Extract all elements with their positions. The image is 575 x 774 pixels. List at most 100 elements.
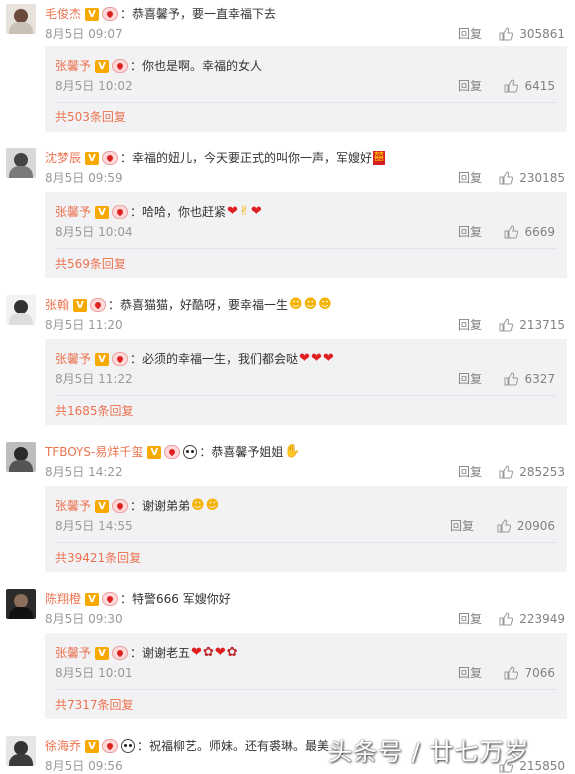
username[interactable]: 张馨予 — [55, 351, 91, 367]
laugh-emoji-icon: ☻ — [303, 297, 318, 312]
avatar[interactable] — [6, 736, 36, 766]
thumbs-up-icon — [499, 27, 514, 41]
view-replies-link[interactable]: 共1685条回复 — [55, 403, 134, 419]
like-button[interactable]: 285253 — [499, 464, 565, 480]
reply-button[interactable]: 回复 — [458, 611, 482, 627]
timestamp: 8月5日 14:55 — [55, 519, 133, 533]
like-count: 213715 — [519, 318, 565, 332]
like-count: 6415 — [524, 79, 555, 93]
username[interactable]: 张馨予 — [55, 204, 91, 220]
reply-button[interactable]: 回复 — [458, 464, 482, 480]
heart-icon: ❤ — [227, 204, 238, 219]
like-button[interactable]: 7066 — [504, 665, 555, 681]
member-badge-icon — [112, 499, 129, 513]
thumbs-up-icon — [499, 612, 514, 626]
tongue-emoji-icon: ☻ — [191, 498, 205, 513]
member-badge-icon — [164, 445, 181, 459]
member-badge-icon — [112, 205, 129, 219]
timestamp: 8月5日 10:02 — [55, 79, 133, 93]
comment-text: ：特警666 军嫂你好 — [120, 592, 231, 606]
avatar[interactable] — [6, 589, 36, 619]
like-count: 20906 — [516, 519, 555, 533]
avatar[interactable] — [6, 442, 36, 472]
username[interactable]: TFBOYS-易烊千玺 — [45, 444, 143, 460]
reply-box: 张馨予 V ：你也是啊。幸福的女人 8月5日 10:02 回复 6415 共50… — [45, 46, 567, 132]
heart-icon: ❤ — [191, 645, 202, 660]
heart-icon: ❤ — [322, 351, 334, 366]
reply-box: 张馨予 V ：谢谢弟弟 ☻ ☻ 8月5日 14:55 回复 20906 共394… — [45, 486, 567, 572]
comment-text: ：哈哈，你也赶紧 — [130, 205, 227, 219]
heart-icon: ❤ — [250, 204, 262, 219]
avatar[interactable] — [6, 295, 36, 325]
view-replies-link[interactable]: 共39421条回复 — [55, 550, 141, 566]
reply-button[interactable]: 回复 — [458, 317, 482, 333]
like-count: 285253 — [519, 465, 565, 479]
username[interactable]: 徐海乔 — [45, 738, 81, 754]
like-count: 6327 — [524, 372, 555, 386]
rose-icon: ✿ — [202, 645, 214, 660]
reply-button[interactable]: 回复 — [458, 78, 482, 94]
like-count: 223949 — [519, 612, 565, 626]
reply-button[interactable]: 回复 — [458, 665, 482, 681]
member-badge-icon — [112, 352, 129, 366]
timestamp: 8月5日 10:04 — [55, 225, 133, 239]
view-replies-link[interactable]: 共503条回复 — [55, 109, 126, 125]
comment-text: ：你也是啊。幸福的女人 — [130, 59, 263, 73]
reply-button[interactable]: 回复 — [458, 26, 482, 42]
watermark: 头条号 / 廿七万岁 — [328, 738, 530, 766]
username[interactable]: 张馨予 — [55, 58, 91, 74]
username[interactable]: 陈翔橙 — [45, 591, 81, 607]
like-button[interactable]: 6327 — [504, 371, 555, 387]
laugh-emoji-icon: ☻ — [318, 297, 332, 312]
panda-badge-icon — [121, 739, 136, 753]
member-badge-icon — [102, 151, 119, 165]
view-replies-link[interactable]: 共569条回复 — [55, 256, 126, 272]
avatar[interactable] — [6, 4, 36, 34]
reply-button[interactable]: 回复 — [458, 170, 482, 186]
divider — [55, 689, 557, 690]
timestamp: 8月5日 14:22 — [45, 465, 123, 479]
avatar[interactable] — [6, 148, 36, 178]
like-button[interactable]: 6415 — [504, 78, 555, 94]
timestamp: 8月5日 10:01 — [55, 666, 133, 680]
heart-icon: ❤ — [299, 351, 310, 366]
thumbs-up-icon — [499, 171, 514, 185]
thumbs-up-icon — [504, 666, 519, 680]
username[interactable]: 毛俊杰 — [45, 6, 81, 22]
verified-badge-icon: V — [85, 151, 100, 165]
verified-badge-icon: V — [147, 445, 162, 459]
timestamp: 8月5日 09:07 — [45, 27, 123, 41]
reply-button[interactable]: 回复 — [458, 224, 482, 240]
member-badge-icon — [112, 646, 129, 660]
double-happiness-icon: 囍 — [373, 151, 386, 165]
thumbs-up-icon — [504, 372, 519, 386]
verified-badge-icon: V — [85, 7, 100, 21]
like-button[interactable]: 305861 — [499, 26, 565, 42]
verified-badge-icon: V — [95, 352, 110, 366]
comment-text: ：谢谢弟弟 — [130, 499, 191, 513]
reply-box: 张馨予 V ：哈哈，你也赶紧 ❤ ✌ ❤ 8月5日 10:04 回复 6669 … — [45, 192, 567, 278]
reply-button[interactable]: 回复 — [450, 518, 474, 534]
like-count: 305861 — [519, 27, 565, 41]
member-badge-icon — [102, 592, 119, 606]
username[interactable]: 沈梦辰 — [45, 150, 81, 166]
divider — [55, 102, 557, 103]
username[interactable]: 张馨予 — [55, 498, 91, 514]
like-button[interactable]: 230185 — [499, 170, 565, 186]
username[interactable]: 张馨予 — [55, 645, 91, 661]
timestamp: 8月5日 09:56 — [45, 759, 123, 773]
username[interactable]: 张翰 — [45, 297, 69, 313]
member-badge-icon — [102, 739, 119, 753]
like-button[interactable]: 213715 — [499, 317, 565, 333]
timestamp: 8月5日 09:30 — [45, 612, 123, 626]
like-button[interactable]: 6669 — [504, 224, 555, 240]
like-button[interactable]: 223949 — [499, 611, 565, 627]
verified-badge-icon: V — [95, 499, 110, 513]
thumbs-up-icon — [504, 79, 519, 93]
verified-badge-icon: V — [85, 739, 100, 753]
like-button[interactable]: 20906 — [497, 518, 555, 534]
view-replies-link[interactable]: 共7317条回复 — [55, 697, 134, 713]
thumbs-up-icon — [499, 318, 514, 332]
comment-text: ：恭喜馨予，要一直幸福下去 — [120, 7, 277, 21]
reply-button[interactable]: 回复 — [458, 371, 482, 387]
